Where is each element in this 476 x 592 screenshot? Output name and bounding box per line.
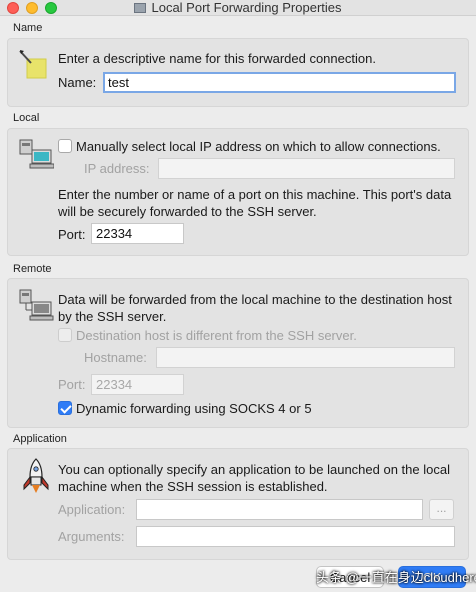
arguments-label: Arguments: xyxy=(58,529,125,544)
application-description: You can optionally specify an applicatio… xyxy=(58,462,450,494)
remote-section-label: Remote xyxy=(13,263,52,275)
local-port-input[interactable] xyxy=(91,223,184,244)
destination-host-checkbox[interactable] xyxy=(58,328,72,342)
name-input[interactable] xyxy=(103,72,456,93)
socks-checkbox[interactable] xyxy=(58,401,72,415)
remote-port-input[interactable] xyxy=(91,374,184,395)
remote-description: Data will be forwarded from the local ma… xyxy=(58,292,452,324)
application-section-label: Application xyxy=(13,433,67,445)
rocket-icon xyxy=(23,458,49,493)
name-description: Enter a descriptive name for this forwar… xyxy=(58,51,376,66)
socks-label[interactable]: Dynamic forwarding using SOCKS 4 or 5 xyxy=(76,401,312,416)
hostname-label: Hostname: xyxy=(84,350,147,365)
network-computers-icon xyxy=(19,289,54,321)
title-bar: Local Port Forwarding Properties xyxy=(0,0,476,16)
application-input[interactable] xyxy=(136,499,423,520)
pencil-tag-icon xyxy=(19,50,47,79)
port-description: Enter the number or name of a port on th… xyxy=(58,187,452,219)
arguments-input[interactable] xyxy=(136,526,455,547)
watermark-text: 头条 @一直在身边cloudhere xyxy=(316,570,476,585)
ip-address-input[interactable] xyxy=(158,158,455,179)
hostname-input[interactable] xyxy=(156,347,455,368)
local-section-label: Local xyxy=(13,112,40,124)
application-label: Application: xyxy=(58,502,126,517)
terminal-window-icon xyxy=(134,3,147,13)
window-title: Local Port Forwarding Properties xyxy=(151,0,342,15)
name-field-label: Name: xyxy=(58,75,97,90)
computer-icon xyxy=(19,139,54,169)
destination-host-label[interactable]: Destination host is different from the S… xyxy=(76,328,357,343)
manual-ip-checkbox[interactable] xyxy=(58,139,72,153)
local-port-label: Port: xyxy=(58,227,86,242)
name-section-label: Name xyxy=(13,22,43,34)
browse-application-button[interactable]: ... xyxy=(429,499,454,520)
window-title-wrap: Local Port Forwarding Properties xyxy=(0,0,476,16)
remote-port-label: Port: xyxy=(58,377,86,392)
ip-address-label: IP address: xyxy=(84,161,150,176)
manual-ip-label[interactable]: Manually select local IP address on whic… xyxy=(76,139,441,154)
